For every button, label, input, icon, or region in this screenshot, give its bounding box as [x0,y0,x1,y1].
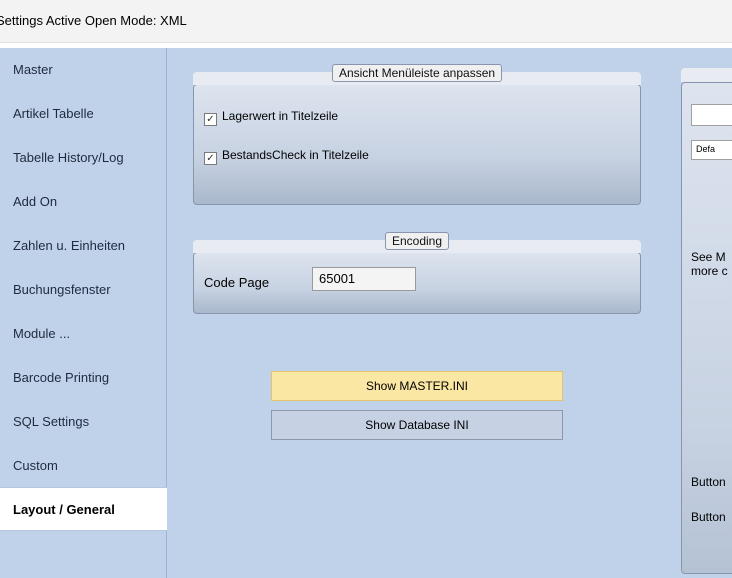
see-more-text-line1: See M [691,250,726,264]
sidebar-item-label: Add On [13,194,58,209]
window-title: Settings Active Open Mode: XML [0,13,187,28]
encoding-group-title: Encoding [384,232,450,250]
sidebar-item-label: Layout / General [13,502,115,517]
encoding-group: Encoding Code Page 65001 [193,232,641,314]
sidebar-item-label: Master [13,62,53,77]
code-page-label: Code Page [204,275,270,290]
lagerwert-label: Lagerwert in Titelzeile [222,109,339,123]
menu-settings-group: Ansicht Menüleiste anpassen ✓ Lagerwert i… [193,64,641,205]
lagerwert-checkbox[interactable]: ✓ [204,113,217,126]
group-title-wrapper: Ansicht Menüleiste anpassen [194,64,640,82]
button-label-1: Button [691,475,726,489]
show-database-ini-button[interactable]: Show Database INI [271,410,563,440]
lagerwert-checkbox-row[interactable]: ✓ Lagerwert in Titelzeile [204,108,339,126]
menu-settings-group-title: Ansicht Menüleiste anpassen [331,64,503,82]
right-group-header-strip [681,68,732,82]
bestandscheck-checkbox-row[interactable]: ✓ BestandsCheck in Titelzeile [204,147,369,165]
window-titlebar: Settings Active Open Mode: XML [0,0,732,43]
code-page-input[interactable]: 65001 [312,267,416,291]
sidebar-item-layout-general[interactable]: Layout / General [0,487,167,531]
bestandscheck-label: BestandsCheck in Titelzeile [222,148,369,162]
right-combo-box[interactable] [691,104,732,126]
sidebar-item-artikel-tabelle[interactable]: Artikel Tabelle [0,92,166,136]
sidebar-item-label: SQL Settings [13,414,90,429]
sidebar-item-add-on[interactable]: Add On [0,180,166,224]
sidebar-item-tabelle-history-log[interactable]: Tabelle History/Log [0,136,166,180]
sidebar-item-label: Module ... [13,326,71,341]
sidebar-item-master[interactable]: Master [0,48,166,92]
sidebar-item-label: Zahlen u. Einheiten [13,238,126,253]
sidebar-item-buchungsfenster[interactable]: Buchungsfenster [0,268,166,312]
see-more-text-line2: more c [691,264,728,278]
sidebar-item-sql-settings[interactable]: SQL Settings [0,400,166,444]
group-title-wrapper: Encoding [194,232,640,250]
sidebar-item-module[interactable]: Module ... [0,312,166,356]
right-settings-group: Defa See M more c Button Button [681,82,732,574]
sidebar-item-label: Tabelle History/Log [13,150,124,165]
right-default-field[interactable]: Defa [691,140,732,160]
sidebar-item-custom[interactable]: Custom [0,444,166,488]
settings-sidebar: Master Artikel Tabelle Tabelle History/L… [0,48,167,578]
sidebar-item-label: Artikel Tabelle [13,106,94,121]
bestandscheck-checkbox[interactable]: ✓ [204,152,217,165]
sidebar-item-label: Custom [13,458,58,473]
sidebar-item-barcode-printing[interactable]: Barcode Printing [0,356,166,400]
show-master-ini-button[interactable]: Show MASTER.INI [271,371,563,401]
sidebar-item-label: Barcode Printing [13,370,110,385]
button-label-2: Button [691,510,726,524]
sidebar-item-label: Buchungsfenster [13,282,111,297]
sidebar-item-zahlen-einheiten[interactable]: Zahlen u. Einheiten [0,224,166,268]
